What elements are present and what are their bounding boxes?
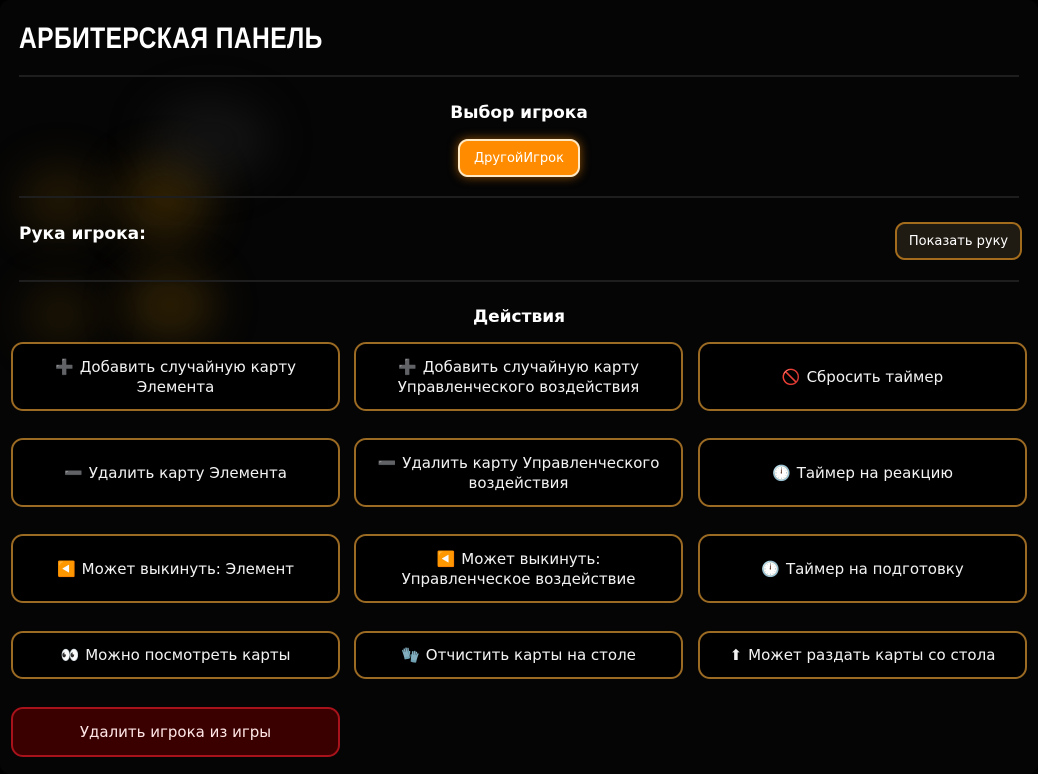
gloves-icon: 🧤 [401,646,420,664]
action-label: Удалить карту Управленческого воздействи… [402,453,660,492]
may-deal-table-cards-button[interactable]: ⬆ Может раздать карты со стола [698,631,1027,679]
minus-icon: ➖ [64,463,83,482]
divider [19,75,1019,77]
action-text: 👀 Можно посмотреть карты [61,645,291,665]
may-discard-management-button[interactable]: ◀️ Может выкинуть: Управленческое воздейс… [354,534,683,603]
reverse-icon: ◀️ [56,559,76,578]
action-text: 🕛 Таймер на реакцию [772,463,953,483]
action-text: ⬆ Может раздать карты со стола [730,645,996,665]
may-view-cards-button[interactable]: 👀 Можно посмотреть карты [11,631,340,679]
action-text: ➕ Добавить случайную карту Элемента [27,357,324,397]
add-random-element-card-button[interactable]: ➕ Добавить случайную карту Элемента [11,342,340,411]
add-random-management-card-button[interactable]: ➕ Добавить случайную карту Управленческог… [354,342,683,411]
show-hand-button[interactable]: Показать руку [895,222,1022,260]
action-text: ➖ Удалить карту Управленческого воздейств… [370,453,667,493]
reaction-timer-button[interactable]: 🕛 Таймер на реакцию [698,438,1027,507]
no-entry-icon: 🚫 [781,367,801,386]
clock-icon: 🕛 [761,559,780,578]
player-hand-label: Рука игрока: [19,224,146,244]
remove-player-button[interactable]: Удалить игрока из игры [11,707,340,757]
action-label: Удалить карту Элемента [88,463,287,482]
clock-icon: 🕛 [772,463,791,482]
preparation-timer-button[interactable]: 🕛 Таймер на подготовку [698,534,1027,603]
panel-title: АРБИТЕРСКАЯ ПАНЕЛЬ [19,22,323,55]
action-label: Сбросить таймер [806,367,944,386]
action-label: Может раздать карты со стола [748,646,996,664]
action-label: Таймер на реакцию [796,463,953,482]
plus-icon: ➕ [398,357,417,376]
minus-icon: ➖ [377,453,397,472]
action-text: ➕ Добавить случайную карту Управленческог… [370,357,667,397]
action-label: Можно посмотреть карты [85,646,291,664]
action-label: Добавить случайную карту Элемента [79,357,296,396]
action-label: Таймер на подготовку [785,559,964,578]
up-arrow-icon: ⬆ [729,646,743,664]
reset-timer-button[interactable]: 🚫 Сбросить таймер [698,342,1027,411]
action-text: ➖ Удалить карту Элемента [64,463,287,483]
action-text: 🕛 Таймер на подготовку [761,559,964,579]
remove-management-card-button[interactable]: ➖ Удалить карту Управленческого воздейств… [354,438,683,507]
divider [19,196,1019,198]
action-text: 🧤 Отчистить карты на столе [401,645,636,665]
arbiter-panel: АРБИТЕРСКАЯ ПАНЕЛЬ Выбор игрока ДругойИг… [0,0,1038,774]
divider [19,280,1019,282]
selected-player-button[interactable]: ДругойИгрок [458,139,580,177]
action-text: 🚫 Сбросить таймер [782,367,943,387]
player-selection-heading: Выбор игрока [450,103,588,123]
action-label: Добавить случайную карту Управленческого… [397,357,640,396]
action-label: Отчистить карты на столе [425,646,636,664]
may-discard-element-button[interactable]: ◀️ Может выкинуть: Элемент [11,534,340,603]
action-text: ◀️ Может выкинуть: Управленческое воздейс… [370,549,667,589]
eyes-icon: 👀 [60,646,80,664]
action-text: ◀️ Может выкинуть: Элемент [57,559,294,579]
reverse-icon: ◀️ [436,549,456,568]
action-label: Может выкинуть: Элемент [81,559,294,578]
remove-element-card-button[interactable]: ➖ Удалить карту Элемента [11,438,340,507]
plus-icon: ➕ [55,357,74,376]
clear-table-cards-button[interactable]: 🧤 Отчистить карты на столе [354,631,683,679]
actions-heading: Действия [472,307,566,327]
